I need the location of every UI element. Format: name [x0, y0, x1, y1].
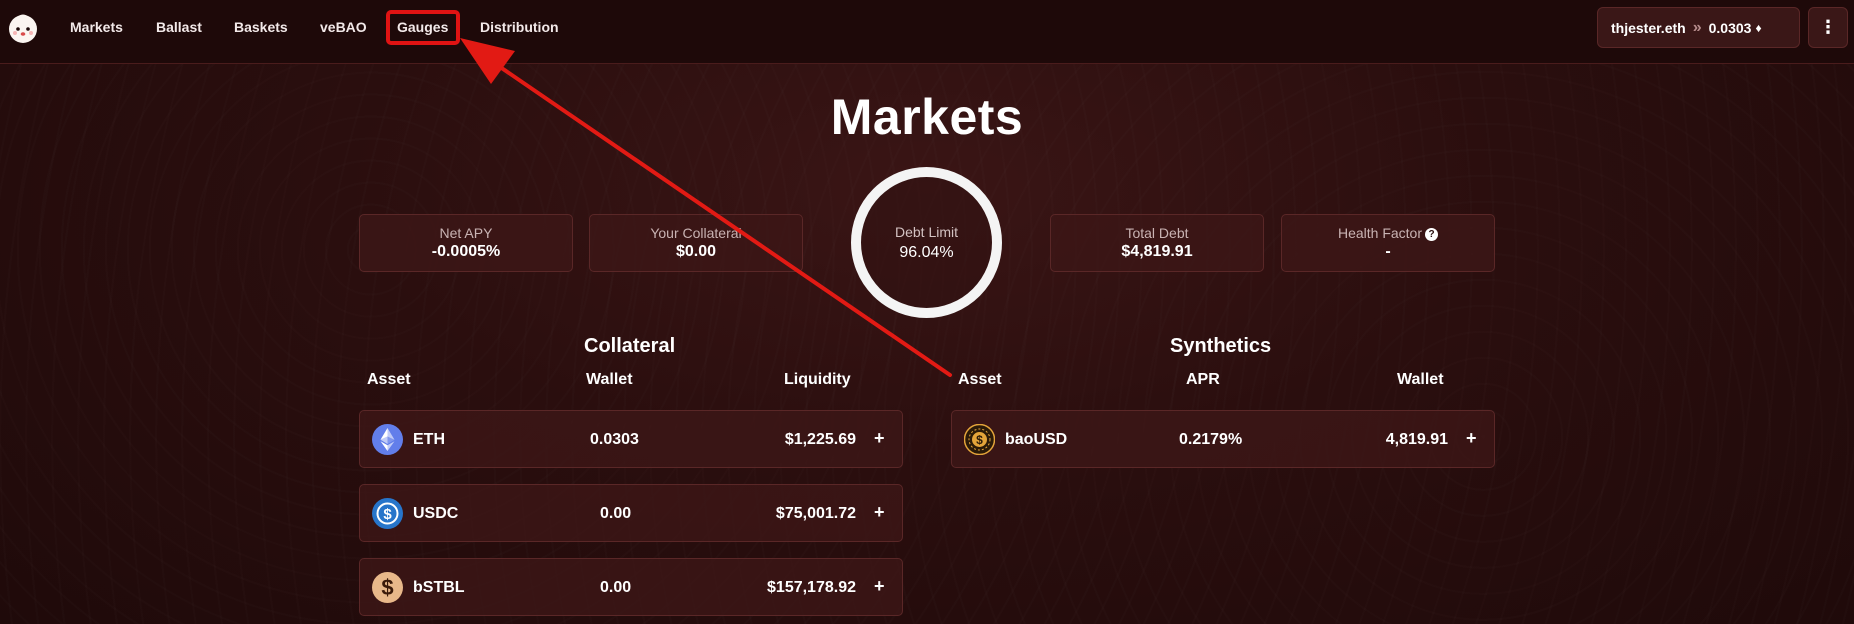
total-debt-label: Total Debt — [1125, 225, 1189, 241]
add-button[interactable]: + — [874, 576, 885, 597]
svg-text:$: $ — [976, 433, 983, 447]
page-title: Markets — [830, 89, 1024, 145]
nav-ballast[interactable]: Ballast — [156, 19, 202, 35]
net-apy-label: Net APY — [439, 225, 493, 241]
collateral-section-title: Collateral — [584, 335, 676, 357]
synthetics-header-asset: Asset — [958, 371, 1002, 388]
asset-name: baoUSD — [1005, 431, 1068, 448]
liquidity-value: $157,178.92 — [767, 579, 856, 596]
synthetics-header-apr: APR — [1186, 371, 1220, 388]
liquidity-value: $75,001.72 — [775, 505, 856, 522]
asset-name: USDC — [413, 505, 459, 522]
account-balance: 0.0303 — [1708, 19, 1752, 36]
collateral-row-bstbl[interactable]: $ bSTBL 0.00 $157,178.92 + — [359, 558, 903, 616]
synthetics-section-title: Synthetics — [1170, 335, 1272, 357]
double-chevron-icon: » — [1692, 18, 1702, 36]
nav-distribution[interactable]: Distribution — [480, 19, 559, 35]
more-menu-button[interactable]: ⋮ — [1808, 7, 1848, 48]
collateral-value: $0.00 — [675, 243, 717, 260]
health-factor-card: Health Factor? - — [1281, 214, 1495, 272]
eth-icon: ♦ — [1755, 20, 1762, 35]
gauges-highlight-box — [386, 10, 460, 45]
wallet-value: 4,819.91 — [1385, 431, 1448, 448]
collateral-card: Your Collateral $0.00 — [589, 214, 803, 272]
debt-limit-value: 96.04% — [899, 244, 954, 261]
synthetics-row-baousd[interactable]: $ baoUSD 0.2179% 4,819.91 + — [951, 410, 1495, 468]
debt-limit-label: Debt Limit — [894, 224, 959, 240]
net-apy-value: -0.0005% — [431, 243, 501, 260]
add-button[interactable]: + — [874, 502, 885, 523]
wallet-value: 0.00 — [600, 505, 632, 522]
health-factor-value: - — [1385, 243, 1391, 260]
collateral-row-eth[interactable]: ETH 0.0303 $1,225.69 + — [359, 410, 903, 468]
add-button[interactable]: + — [1466, 428, 1477, 449]
help-icon[interactable]: ? — [1425, 228, 1439, 241]
nav-baskets[interactable]: Baskets — [234, 19, 288, 35]
liquidity-value: $1,225.69 — [784, 431, 856, 448]
collateral-header-wallet: Wallet — [586, 371, 633, 388]
net-apy-card: Net APY -0.0005% — [359, 214, 573, 272]
svg-text:$: $ — [383, 506, 392, 523]
bstbl-icon: $ — [372, 572, 403, 603]
synthetics-header-wallet: Wallet — [1397, 371, 1444, 388]
asset-name: bSTBL — [413, 579, 465, 596]
usdc-icon: $ — [372, 498, 403, 529]
nav-markets[interactable]: Markets — [70, 19, 123, 35]
baousd-icon: $ — [964, 424, 995, 455]
account-button[interactable]: thjester.eth » 0.0303 ♦ — [1597, 7, 1800, 48]
total-debt-card: Total Debt $4,819.91 — [1050, 214, 1264, 272]
account-name: thjester.eth — [1611, 19, 1686, 36]
asset-name: ETH — [413, 431, 445, 448]
add-button[interactable]: + — [874, 428, 885, 449]
bao-bun-logo-icon[interactable] — [6, 10, 40, 44]
eth-icon — [372, 424, 403, 455]
wallet-value: 0.0303 — [590, 431, 639, 448]
total-debt-value: $4,819.91 — [1121, 243, 1193, 260]
health-factor-label: Health Factor? — [1282, 225, 1494, 241]
collateral-header-liquidity: Liquidity — [784, 371, 851, 388]
nav-vebao[interactable]: veBAO — [320, 19, 367, 35]
health-factor-label-text: Health Factor — [1337, 225, 1423, 241]
collateral-header-asset: Asset — [367, 371, 411, 388]
top-nav: Markets Ballast Baskets veBAO Gauges Dis… — [0, 0, 1854, 64]
collateral-label: Your Collateral — [650, 225, 742, 241]
kebab-menu-icon: ⋮ — [1819, 17, 1837, 37]
debt-limit-ring: Debt Limit 96.04% — [851, 167, 1002, 318]
apr-value: 0.2179% — [1179, 431, 1243, 448]
svg-text:$: $ — [381, 575, 393, 600]
collateral-row-usdc[interactable]: $ USDC 0.00 $75,001.72 + — [359, 484, 903, 542]
wallet-value: 0.00 — [600, 579, 632, 596]
